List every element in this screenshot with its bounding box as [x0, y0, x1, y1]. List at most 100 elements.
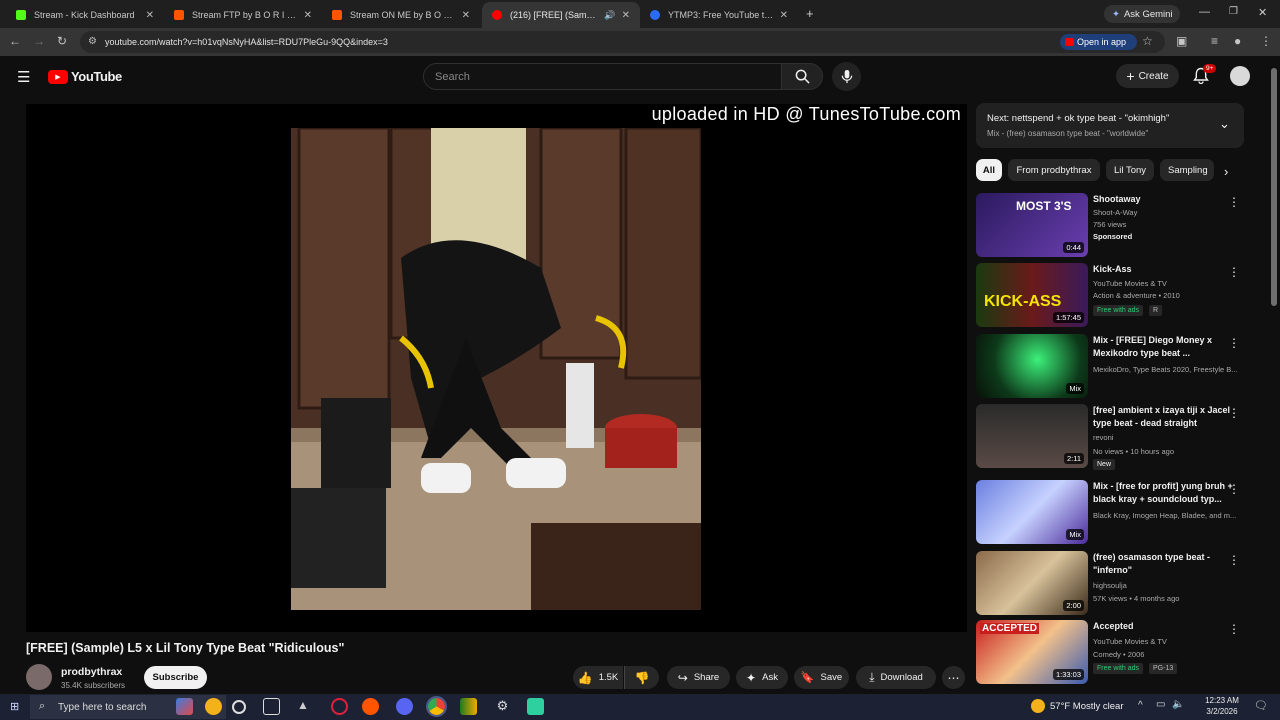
recommendation-item[interactable]: ACCEPTED 1:33:03 Accepted YouTube Movies…	[976, 620, 1246, 684]
close-window-icon[interactable]: ✕	[1258, 6, 1267, 19]
video-thumbnail[interactable]: 2:11	[976, 404, 1088, 468]
more-options-icon[interactable]: ⋮	[1228, 553, 1240, 567]
chevron-down-icon[interactable]: ⌄	[1219, 116, 1230, 132]
app-icon-2[interactable]	[460, 698, 477, 715]
close-icon[interactable]: ✕	[146, 10, 154, 21]
weather-app-icon[interactable]	[205, 698, 222, 715]
notifications-button[interactable]: 9+	[1193, 64, 1217, 85]
chip-sampling[interactable]: Sampling	[1160, 159, 1214, 181]
browser-tab-youtube[interactable]: (216) [FREE] (Sample) L5 x L 🔊 ✕	[482, 2, 640, 28]
browser-tab-soundcloud-1[interactable]: Stream FTP by B O R I $ | Listen ✕	[164, 2, 322, 28]
cast-icon[interactable]: ▣	[1176, 34, 1187, 48]
forward-icon[interactable]: →	[33, 34, 45, 48]
weather-widget[interactable]: 57°F Mostly clear	[1031, 699, 1124, 713]
settings-gear-icon[interactable]: ⚙	[494, 698, 511, 715]
page-scrollbar[interactable]	[1271, 68, 1277, 306]
widgets-icon[interactable]	[176, 698, 193, 715]
address-bar[interactable]: ⚙ youtube.com/watch?v=h01vqNsNyHA&list=R…	[80, 31, 1165, 53]
back-icon[interactable]: ←	[9, 34, 21, 48]
video-thumbnail[interactable]: ACCEPTED 1:33:03	[976, 620, 1088, 684]
volume-icon[interactable]: 🔈	[1172, 699, 1184, 710]
soundcloud-icon[interactable]	[362, 698, 379, 715]
restore-icon[interactable]: ❐	[1229, 6, 1238, 17]
notification-center-icon[interactable]: 🗨	[1254, 699, 1268, 712]
tab-title: Stream ON ME by B O R I $ | Lis	[350, 10, 456, 20]
chip-from-channel[interactable]: From prodbythrax	[1008, 159, 1100, 181]
account-avatar[interactable]	[1230, 66, 1250, 86]
create-button[interactable]: + Create	[1116, 64, 1179, 88]
video-thumbnail[interactable]: MOST 3'S 0:44	[976, 193, 1088, 257]
browser-tab-ytmp3[interactable]: YTMP3: Free YouTube to MP3 C ✕	[640, 2, 798, 28]
profile-icon[interactable]: ●	[1234, 34, 1241, 48]
open-in-app-button[interactable]: Open in app	[1060, 34, 1137, 50]
more-options-icon[interactable]: ⋮	[1228, 195, 1240, 209]
recommendation-item[interactable]: MOST 3'S 0:44 Shootaway Shoot-A-Way 756 …	[976, 193, 1246, 257]
recommendation-item[interactable]: 2:11 [free] ambient x izaya tiji x Jacel…	[976, 404, 1246, 470]
dislike-button[interactable]: 👎	[624, 666, 659, 689]
ask-gemini-button[interactable]: ✦ Ask Gemini	[1104, 5, 1180, 23]
new-tab-icon[interactable]: +	[806, 6, 814, 21]
share-button[interactable]: ↪ Share	[667, 666, 730, 689]
ask-button[interactable]: ✦ Ask	[736, 666, 788, 689]
download-label: Download	[880, 672, 923, 683]
cortana-icon[interactable]	[232, 700, 246, 714]
close-icon[interactable]: ✕	[304, 10, 312, 21]
chrome-icon[interactable]	[426, 696, 447, 717]
speaker-icon[interactable]: 🔊	[604, 10, 615, 21]
browser-tab-soundcloud-2[interactable]: Stream ON ME by B O R I $ | Lis ✕	[322, 2, 480, 28]
network-icon[interactable]: ▭	[1156, 699, 1165, 710]
close-icon[interactable]: ✕	[780, 10, 788, 21]
voice-search-button[interactable]	[832, 62, 861, 91]
minimize-icon[interactable]: —	[1199, 6, 1210, 18]
download-button[interactable]: ⤓ Download	[856, 666, 936, 689]
youtube-logo[interactable]: ▶ YouTube	[48, 69, 122, 84]
save-button[interactable]: 🔖 Save	[794, 666, 849, 689]
chip-lil-tony[interactable]: Lil Tony	[1106, 159, 1154, 181]
recommendation-item[interactable]: Mix Mix - [FREE] Diego Money x Mexikodro…	[976, 334, 1246, 398]
site-info-icon[interactable]: ⚙	[88, 36, 97, 47]
tray-chevron-icon[interactable]: ^	[1138, 700, 1143, 711]
search-input[interactable]: Search	[423, 63, 782, 90]
video-thumbnail[interactable]: 2:00	[976, 551, 1088, 615]
media-controls-icon[interactable]: ≡	[1211, 34, 1218, 48]
up-next-panel[interactable]: Next: nettspend + ok type beat - "okimhi…	[976, 103, 1244, 148]
recommendation-item[interactable]: Mix Mix - [free for profit] yung bruh + …	[976, 480, 1246, 544]
close-icon[interactable]: ✕	[462, 10, 470, 21]
video-title: [FREE] (Sample) L5 x Lil Tony Type Beat …	[26, 641, 345, 655]
soundcloud-icon	[174, 10, 184, 20]
windows-start-icon[interactable]: ⊞	[10, 700, 19, 713]
subscribe-button[interactable]: Subscribe	[144, 666, 207, 689]
plus-icon: +	[1126, 68, 1135, 84]
task-view-icon[interactable]	[263, 698, 280, 715]
more-actions-button[interactable]: ⋯	[942, 666, 965, 689]
chip-all[interactable]: All	[976, 159, 1002, 181]
more-options-icon[interactable]: ⋮	[1228, 336, 1240, 350]
more-options-icon[interactable]: ⋮	[1228, 265, 1240, 279]
menu-dots-icon[interactable]: ⋮	[1260, 34, 1272, 48]
discord-icon[interactable]	[396, 698, 413, 715]
opera-icon[interactable]	[331, 698, 348, 715]
search-button[interactable]	[781, 63, 823, 90]
close-icon[interactable]: ✕	[622, 10, 630, 21]
like-button[interactable]: 👍 1.5K	[573, 666, 623, 689]
video-thumbnail[interactable]: KICK-ASS 1:57:45	[976, 263, 1088, 327]
app-icon[interactable]: ▲	[297, 698, 314, 715]
more-options-icon[interactable]: ⋮	[1228, 406, 1240, 420]
reload-icon[interactable]: ↻	[57, 34, 67, 48]
more-options-icon[interactable]: ⋮	[1228, 622, 1240, 636]
chevron-right-icon[interactable]: ›	[1224, 164, 1228, 179]
bookmark-star-icon[interactable]: ☆	[1142, 34, 1153, 48]
video-thumbnail[interactable]: Mix	[976, 334, 1088, 398]
more-options-icon[interactable]: ⋮	[1228, 482, 1240, 496]
recommendation-item[interactable]: 2:00 (free) osamason type beat - "infern…	[976, 551, 1246, 615]
app-icon-3[interactable]	[527, 698, 544, 715]
video-thumbnail[interactable]: Mix	[976, 480, 1088, 544]
recommendation-item[interactable]: KICK-ASS 1:57:45 Kick-Ass YouTube Movies…	[976, 263, 1246, 327]
taskbar-search-input[interactable]: ⌕ Type here to search	[30, 695, 226, 719]
clock[interactable]: 12:23 AM 3/2/2026	[1200, 695, 1244, 717]
channel-avatar[interactable]	[26, 664, 52, 690]
channel-name[interactable]: prodbythrax	[61, 666, 122, 678]
rec-channels: Black Kray, Imogen Heap, Bladee, and m..…	[1093, 511, 1237, 520]
hamburger-menu-icon[interactable]: ☰	[17, 68, 30, 86]
browser-tab-kick[interactable]: Stream - Kick Dashboard ✕	[6, 2, 164, 28]
